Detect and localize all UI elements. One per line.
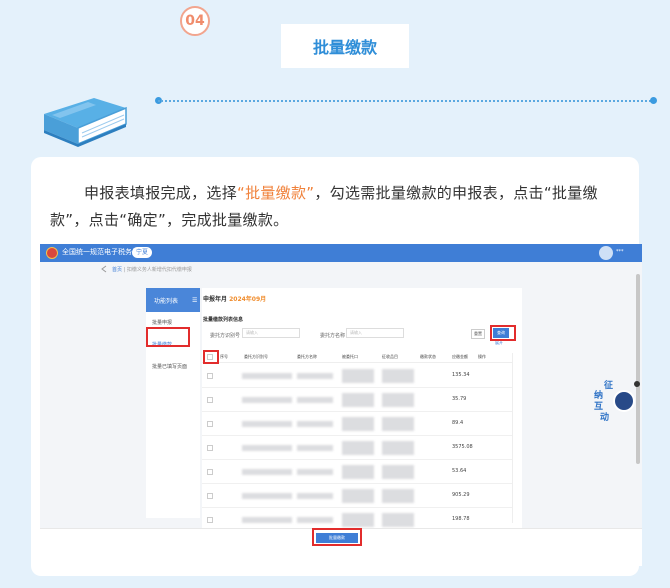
table-row[interactable]: 905.29 xyxy=(202,484,512,508)
amount-cell: 198.78 xyxy=(452,516,470,522)
book-icon xyxy=(44,98,127,147)
row-checkbox[interactable] xyxy=(207,445,213,451)
amount-cell: 89.4 xyxy=(452,420,464,426)
highlight-box-select-all xyxy=(203,350,219,364)
amount-cell: 135.34 xyxy=(452,372,470,378)
step-number-badge: 04 xyxy=(180,6,210,36)
user-avatar[interactable] xyxy=(599,246,613,260)
highlight-box-query xyxy=(490,325,516,341)
nav-header: 功能列表 ☰ xyxy=(146,288,200,312)
breadcrumb-current: 扣缴义务人新增代扣代缴申报 xyxy=(126,267,192,273)
table-header: 序号 委托方识别号 委托方名称 被委托口 征收品目 缴款状态 应缴金额 操作 xyxy=(202,351,512,363)
row-checkbox[interactable] xyxy=(207,469,213,475)
back-arrow-icon[interactable] xyxy=(100,265,110,273)
row-checkbox[interactable] xyxy=(207,493,213,499)
nav-item-filled-pages[interactable]: 批量已填写页面 xyxy=(146,356,200,378)
reset-button[interactable]: 重置 xyxy=(471,329,485,339)
row-checkbox[interactable] xyxy=(207,421,213,427)
embedded-screenshot: 全国统一规范电子税务局 宁夏 *** 首页 | 扣缴义务人新增代扣代缴申报 功能… xyxy=(40,244,642,566)
user-name[interactable]: *** xyxy=(616,249,624,255)
row-checkbox[interactable] xyxy=(207,373,213,379)
table-row[interactable]: 135.34 xyxy=(202,364,512,388)
table-divider xyxy=(512,353,513,523)
top-bar: 全国统一规范电子税务局 宁夏 *** xyxy=(40,244,642,262)
amount-cell: 35.79 xyxy=(452,396,467,402)
widget-char[interactable]: 征 xyxy=(604,378,613,391)
table-row[interactable]: 35.79 xyxy=(202,388,512,412)
breadcrumb: 首页 | 扣缴义务人新增代扣代缴申报 xyxy=(112,267,192,273)
widget-char[interactable]: 动 xyxy=(600,410,609,423)
row-checkbox[interactable] xyxy=(207,517,213,523)
step-title: 批量缴款 xyxy=(281,24,409,68)
row-checkbox[interactable] xyxy=(207,397,213,403)
system-title: 全国统一规范电子税务局 xyxy=(62,248,139,256)
intro-text: 申报表填报完成，选择“批量缴款”，勾选需批量缴款的申报表，点击“批量缴款”，点击… xyxy=(50,184,598,229)
filter-label-id: 委托方识别号 xyxy=(210,333,241,339)
widget-close-icon[interactable] xyxy=(634,381,640,387)
filter-label-name: 委托方名称 xyxy=(320,333,346,339)
highlight-box-pay xyxy=(312,528,362,546)
highlight-box-nav xyxy=(146,327,190,347)
section-title: 批量缴款列表信息 xyxy=(203,317,244,323)
emblem-icon xyxy=(46,247,58,259)
declare-period: 申报年月 2024年09月 xyxy=(203,296,267,303)
intro-highlight: “批量缴款” xyxy=(237,184,315,202)
amount-cell: 905.29 xyxy=(452,492,470,498)
filter-input-id[interactable]: 请输入 xyxy=(242,328,300,338)
region-selector[interactable]: 宁夏 xyxy=(132,247,153,258)
amount-cell: 3575.08 xyxy=(452,444,473,450)
left-nav: 功能列表 ☰ 批量申报 批量缴款 批量已填写页面 xyxy=(146,288,200,518)
breadcrumb-home[interactable]: 首页 xyxy=(112,267,122,273)
table-row[interactable]: 53.64 xyxy=(202,460,512,484)
table-row[interactable]: 89.4 xyxy=(202,412,512,436)
assistant-avatar-icon[interactable] xyxy=(613,390,635,412)
scrollbar[interactable] xyxy=(636,274,640,464)
amount-cell: 53.64 xyxy=(452,468,467,474)
decor-dot xyxy=(650,97,657,104)
dotted-divider xyxy=(158,100,654,102)
filter-input-name[interactable]: 请输入 xyxy=(346,328,404,338)
table-row[interactable]: 3575.08 xyxy=(202,436,512,460)
menu-icon[interactable]: ☰ xyxy=(192,297,197,304)
